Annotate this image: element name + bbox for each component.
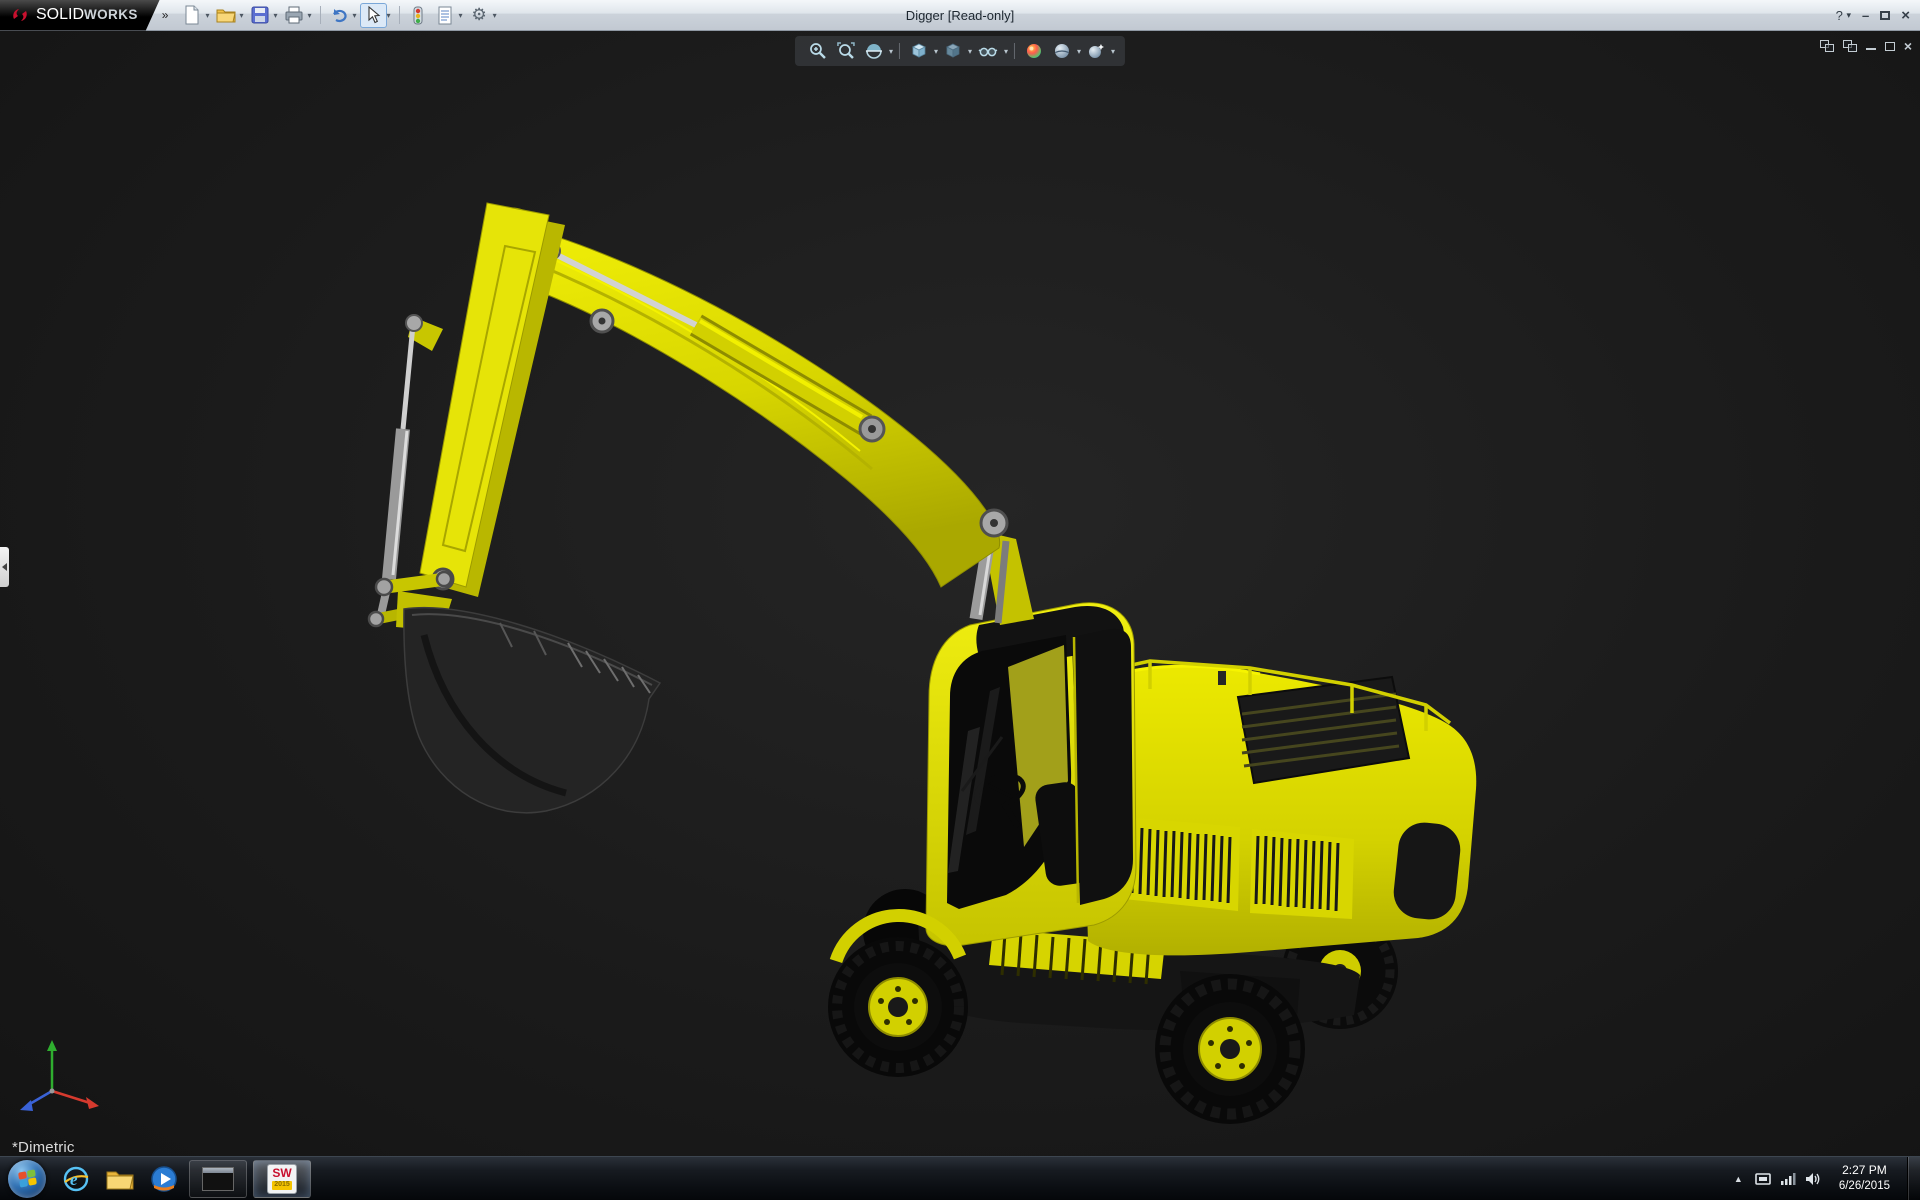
collapse-arrow-icon [2, 563, 7, 571]
close-button[interactable]: × [1901, 7, 1910, 24]
window-title: Digger [Read-only] [906, 8, 1014, 23]
headsup-view-toolbar: ▾ ▾ ▾ ▾ ▾ [795, 36, 1125, 66]
document-window-controls: × [1820, 38, 1912, 54]
taskbar-clock[interactable]: 2:27 PM 6/26/2015 [1831, 1163, 1898, 1194]
excavator-bucket[interactable] [396, 591, 660, 813]
svg-text:e: e [70, 1170, 78, 1189]
close-document-icon[interactable]: × [1904, 38, 1912, 54]
apply-scene-caret[interactable]: ▾ [1077, 47, 1081, 56]
excavator-model-canvas[interactable] [0, 31, 1920, 1156]
wheel-front-right[interactable] [1155, 974, 1305, 1124]
file-properties-icon[interactable] [432, 3, 459, 28]
headsup-separator [1014, 43, 1015, 59]
clock-time: 2:27 PM [1839, 1163, 1890, 1179]
file-explorer-button[interactable] [99, 1159, 141, 1199]
solidworks-taskbar-button[interactable]: SW 2015 [253, 1160, 311, 1198]
network-icon[interactable] [1780, 1171, 1796, 1187]
hide-show-items-icon[interactable] [974, 39, 1002, 63]
select-icon[interactable] [360, 3, 387, 28]
section-view-icon[interactable] [861, 39, 887, 63]
undo-icon[interactable] [326, 3, 353, 28]
excavator-cab[interactable] [926, 603, 1136, 946]
new-document-caret[interactable]: ▾ [205, 11, 209, 20]
window-controls: ? ▾ – × [1836, 0, 1910, 31]
cab-side-window [1072, 629, 1133, 905]
solidworks-year: 2015 [272, 1181, 292, 1189]
taskbar: e SW 2015 ▲ [0, 1156, 1920, 1200]
display-style-caret[interactable]: ▾ [968, 47, 972, 56]
print-icon[interactable] [281, 3, 308, 28]
view-settings-caret[interactable]: ▾ [1111, 47, 1115, 56]
section-view-caret[interactable]: ▾ [889, 47, 893, 56]
show-desktop-button[interactable] [1907, 1157, 1920, 1200]
side-vent-panel-rear [1250, 829, 1354, 919]
print-caret[interactable]: ▾ [308, 11, 312, 20]
help-button[interactable]: ? ▾ [1836, 8, 1851, 23]
feature-panel-splitter-tab[interactable] [0, 547, 9, 587]
exhaust-stack [1218, 671, 1226, 685]
brand-text-light: WORKS [84, 7, 138, 22]
internet-explorer-button[interactable]: e [55, 1159, 97, 1199]
main-toolbar: ▾ ▾ ▾ ▾ ▾ ▾ ▾ ⚙ ▾ [178, 3, 499, 28]
graphics-viewport[interactable]: ▾ ▾ ▾ ▾ ▾ [0, 31, 1920, 1156]
solidworks-app-icon: SW 2015 [267, 1164, 297, 1194]
brand-text-bold: SOLID [36, 6, 84, 23]
menu-expand-chevron[interactable]: » [162, 8, 169, 22]
save-icon[interactable] [246, 3, 273, 28]
orientation-triad [20, 1040, 99, 1111]
zoom-window-icon[interactable] [805, 39, 831, 63]
toolbar-separator [399, 6, 400, 24]
view-orientation-caret[interactable]: ▾ [934, 47, 938, 56]
view-orientation-icon[interactable] [906, 39, 932, 63]
command-prompt-taskbar-button[interactable] [189, 1160, 247, 1198]
hide-show-items-caret[interactable]: ▾ [1004, 47, 1008, 56]
solidworks-brand: SOLIDWORKS [0, 0, 160, 31]
tray-expand-button[interactable]: ▲ [1731, 1171, 1746, 1187]
internet-explorer-icon: e [61, 1164, 91, 1194]
open-caret[interactable]: ▾ [239, 11, 243, 20]
restore-button[interactable] [1880, 11, 1890, 20]
excavator-body[interactable] [1080, 661, 1476, 955]
select-caret[interactable]: ▾ [387, 11, 391, 20]
media-player-button[interactable] [143, 1159, 185, 1199]
windows-logo-icon [18, 1169, 37, 1187]
file-properties-caret[interactable]: ▾ [459, 11, 463, 20]
clock-date: 6/26/2015 [1839, 1179, 1890, 1194]
stick-cylinder[interactable] [544, 243, 884, 441]
open-icon[interactable] [212, 3, 239, 28]
minimize-document-icon[interactable] [1866, 42, 1876, 50]
system-tray: ▲ 2:27 PM 6/26/2015 [1731, 1157, 1920, 1200]
undo-caret[interactable]: ▾ [353, 11, 357, 20]
command-prompt-thumbnail [202, 1167, 234, 1191]
cascade-windows-icon[interactable] [1820, 40, 1834, 52]
minimize-button[interactable]: – [1862, 8, 1869, 23]
rebuild-icon[interactable] [405, 3, 432, 28]
display-style-icon[interactable] [940, 39, 966, 63]
excavator-stick[interactable] [420, 203, 565, 597]
zoom-to-fit-icon[interactable] [833, 39, 859, 63]
restore-document-icon[interactable] [1885, 42, 1895, 51]
tile-windows-icon[interactable] [1843, 40, 1857, 52]
folder-icon [105, 1166, 135, 1192]
excavator-boom[interactable] [485, 208, 1007, 587]
side-vent-panel-front [1124, 817, 1240, 911]
title-bar[interactable]: SOLIDWORKS » ▾ ▾ ▾ ▾ ▾ ▾ ▾ ⚙ ▾ Digger [0, 0, 1920, 31]
volume-icon[interactable] [1805, 1171, 1822, 1187]
view-settings-icon[interactable] [1083, 39, 1109, 63]
tray-app-icon[interactable] [1755, 1171, 1771, 1187]
solidworks-logo-icon [10, 5, 30, 25]
wheel-front-left[interactable] [828, 937, 968, 1077]
options-caret[interactable]: ▾ [493, 11, 497, 20]
view-orientation-label: *Dimetric [12, 1139, 75, 1156]
start-button[interactable] [8, 1160, 46, 1198]
new-document-icon[interactable] [178, 3, 205, 28]
options-gear-icon[interactable]: ⚙ [466, 3, 493, 28]
solidworks-badge: SW [272, 1167, 291, 1179]
save-caret[interactable]: ▾ [273, 11, 277, 20]
edit-appearance-icon[interactable] [1021, 39, 1047, 63]
headsup-separator [899, 43, 900, 59]
media-player-icon [149, 1164, 179, 1194]
apply-scene-icon[interactable] [1049, 39, 1075, 63]
toolbar-separator [320, 6, 321, 24]
